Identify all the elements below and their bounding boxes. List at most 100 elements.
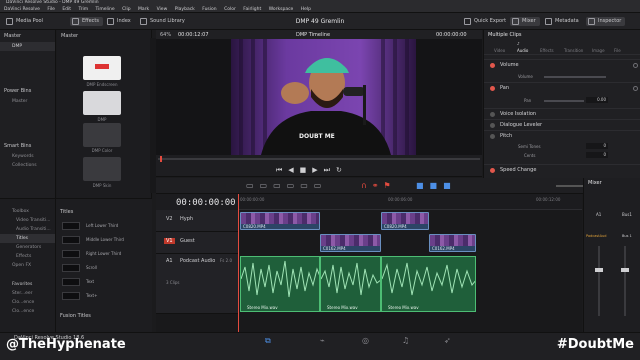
video-clip[interactable]: C0162.MP4 — [320, 234, 381, 252]
media-pool-button[interactable]: Media Pool — [4, 17, 43, 26]
smart-bin-keywords[interactable]: Keywords — [0, 152, 55, 161]
index-button[interactable]: Index — [105, 17, 131, 26]
viewer-timeline-name[interactable]: DMP Timeline — [296, 32, 330, 38]
power-bins-header[interactable]: Power Bins — [0, 85, 55, 97]
menu-item[interactable]: Color — [224, 7, 236, 12]
menu-item[interactable]: Fairlight — [243, 7, 261, 12]
track-id-v1[interactable]: V1 — [164, 238, 175, 244]
inspector-voice-isolation[interactable]: Voice Isolation — [484, 108, 640, 119]
tree-toolbox[interactable]: Toolbox — [0, 207, 55, 216]
semi-tones-field[interactable]: 0 — [586, 143, 608, 149]
menu-item[interactable]: Trim — [79, 7, 89, 12]
volume-slider[interactable] — [544, 76, 606, 78]
dialogue-leveler-enable-dot[interactable] — [490, 123, 495, 128]
transport-controls[interactable]: ⏮◀■▶⏭↻ — [276, 166, 348, 175]
track-name-v2[interactable]: Hyph — [180, 216, 193, 222]
title-item[interactable]: Right Lower Third — [60, 249, 148, 259]
speed-change-enable-dot[interactable] — [490, 168, 495, 173]
inspector-speed-change[interactable]: Speed Change — [484, 164, 640, 175]
deliver-page-icon[interactable]: ➶ — [444, 336, 451, 345]
media-thumb-dmp-skin[interactable] — [83, 157, 121, 181]
inspector-volume[interactable]: Volume — [484, 59, 640, 70]
tab-image[interactable]: Image — [592, 48, 605, 53]
tab-file[interactable]: File — [614, 48, 621, 53]
video-viewer[interactable]: DOUBT ME — [156, 39, 482, 155]
menu-item[interactable]: DaVinci Resolve — [4, 7, 40, 12]
reset-icon[interactable] — [633, 86, 638, 91]
scrubber-playhead[interactable] — [160, 156, 162, 162]
effects-button[interactable]: Effects — [70, 17, 103, 26]
video-clip[interactable]: C0820.MP4 — [381, 212, 429, 230]
pan-enable-dot[interactable] — [490, 86, 495, 91]
menu-item[interactable]: Playback — [175, 7, 195, 12]
menu-item[interactable]: Clip — [122, 7, 131, 12]
tree-generators[interactable]: Generators — [0, 243, 55, 252]
bin-item-dmp[interactable]: DMP — [0, 42, 55, 51]
inspector-button[interactable]: Inspector — [586, 17, 626, 26]
sound-library-button[interactable]: Sound Library — [138, 17, 185, 26]
inspector-dialogue-leveler[interactable]: Dialogue Leveler — [484, 119, 640, 130]
track-name-a1[interactable]: Podcast Audio — [180, 258, 215, 264]
media-thumb-dmp-color[interactable] — [83, 123, 121, 147]
fusion-page-icon[interactable]: ⌁ — [320, 336, 325, 345]
smart-bins-header[interactable]: Smart Bins — [0, 140, 55, 152]
tab-audio[interactable]: Audio — [517, 48, 528, 53]
tab-video[interactable]: Video — [494, 48, 505, 53]
viewer-zoom[interactable]: 64% — [160, 32, 171, 38]
tree-audio-transitions[interactable]: Audio Transiti... — [0, 225, 55, 234]
timeline-playhead[interactable] — [238, 194, 239, 332]
track-name-v1[interactable]: Guest — [180, 238, 195, 244]
timeline-ruler[interactable]: 00:00:00:00 00:00:06:00 00:00:12:00 — [238, 194, 582, 210]
mixer-button[interactable]: Mixer — [510, 17, 540, 26]
voice-isolation-enable-dot[interactable] — [490, 112, 495, 117]
snap-link-tools[interactable]: ∩⚭⚑ — [361, 181, 396, 190]
tab-effects[interactable]: Effects — [540, 48, 554, 53]
edit-tools[interactable]: ▭▭▭▭▭▭ — [246, 181, 327, 190]
menu-item[interactable]: Workspace — [269, 7, 294, 12]
edit-page-icon[interactable]: ⧉ — [265, 336, 271, 346]
media-thumb-dmp[interactable] — [83, 91, 121, 115]
tree-open-fx[interactable]: Open FX — [0, 261, 55, 270]
metadata-button[interactable]: Metadata — [543, 17, 579, 26]
title-item[interactable]: Middle Lower Third — [60, 235, 148, 245]
fader-a1[interactable] — [595, 268, 603, 272]
audio-clip[interactable]: Stereo Mix.wav — [320, 256, 381, 312]
fader-bus1[interactable] — [621, 268, 629, 272]
tree-titles[interactable]: Titles — [0, 234, 55, 243]
menu-item[interactable]: Edit — [62, 7, 71, 12]
bin-master-header[interactable]: Master — [0, 30, 55, 42]
reset-icon[interactable] — [633, 63, 638, 68]
inspector-pan[interactable]: Pan — [484, 82, 640, 93]
audio-clip[interactable]: Stereo Mix.wav — [240, 256, 320, 312]
cents-field[interactable]: 0 — [586, 152, 608, 158]
scrubber-bar[interactable] — [158, 158, 480, 160]
marker-tools[interactable]: ■■■ — [416, 181, 457, 190]
pan-slider[interactable] — [544, 100, 584, 102]
title-item[interactable]: Left Lower Third — [60, 221, 148, 231]
video-clip[interactable]: C0820.MP4 — [240, 212, 320, 230]
fairlight-page-icon[interactable]: ♫ — [402, 336, 409, 345]
menu-item[interactable]: Help — [301, 7, 311, 12]
pitch-enable-dot[interactable] — [490, 134, 495, 139]
pan-value-field[interactable]: 0.00 — [586, 97, 608, 103]
menu-item[interactable]: Timeline — [96, 7, 115, 12]
menu-item[interactable]: File — [47, 7, 55, 12]
tab-transition[interactable]: Transition — [564, 48, 583, 53]
menu-item[interactable]: Fusion — [202, 7, 216, 12]
quick-export-button[interactable]: Quick Export — [462, 17, 506, 26]
audio-clip[interactable]: Stereo Mix.wav — [381, 256, 476, 312]
title-item[interactable]: Scroll — [60, 263, 148, 273]
color-page-icon[interactable]: ◎ — [362, 336, 369, 345]
tree-video-transitions[interactable]: Video Transiti... — [0, 216, 55, 225]
media-thumb-endscreen[interactable] — [83, 56, 121, 80]
inspector-pitch[interactable]: Pitch — [484, 130, 640, 141]
favorite-item[interactable]: Ster...eer — [0, 289, 55, 298]
tree-effects[interactable]: Effects — [0, 252, 55, 261]
smart-bin-collections[interactable]: Collections — [0, 161, 55, 170]
favorite-item[interactable]: Clo...ence — [0, 298, 55, 307]
video-clip[interactable]: C0162.MP4 — [429, 234, 476, 252]
menu-item[interactable]: View — [157, 7, 168, 12]
title-item[interactable]: Text — [60, 277, 148, 287]
volume-enable-dot[interactable] — [490, 63, 495, 68]
favorite-item[interactable]: Clo...ence — [0, 307, 55, 316]
